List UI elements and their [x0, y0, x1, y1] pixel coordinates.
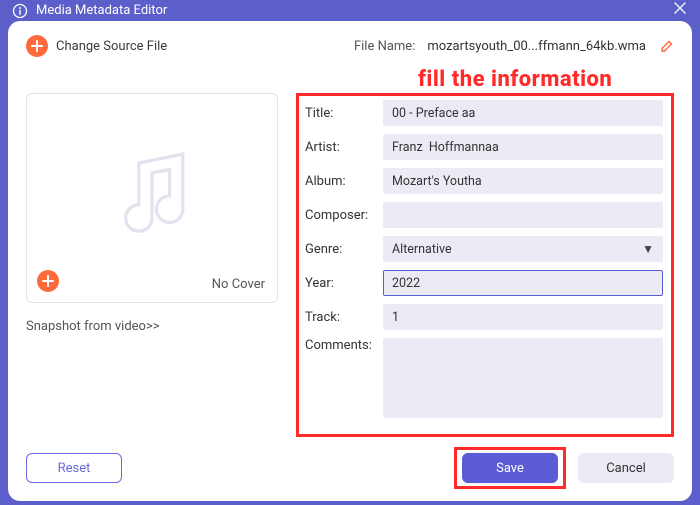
album-input[interactable]: [383, 168, 663, 194]
cover-column: No Cover Snapshot from video>>: [26, 93, 278, 437]
close-icon[interactable]: [672, 0, 688, 21]
metadata-form: Title: Artist: Album: Composer: Genre: A…: [296, 93, 674, 437]
add-cover-button[interactable]: [37, 270, 59, 292]
main-panel: Change Source File File Name: mozartsyou…: [8, 21, 692, 501]
save-highlight: Save: [454, 447, 566, 489]
reset-button[interactable]: Reset: [26, 453, 122, 483]
cancel-button[interactable]: Cancel: [578, 453, 674, 483]
body: No Cover Snapshot from video>> Title: Ar…: [26, 93, 674, 437]
title-input[interactable]: [383, 100, 663, 126]
titlebar: Media Metadata Editor: [0, 0, 700, 21]
change-source-button[interactable]: [26, 35, 48, 57]
artist-label: Artist:: [305, 140, 383, 155]
edit-filename-icon[interactable]: [660, 39, 674, 53]
track-input[interactable]: [383, 304, 663, 330]
composer-input[interactable]: [383, 202, 663, 228]
comments-input[interactable]: [383, 338, 663, 418]
year-label: Year:: [305, 276, 383, 291]
footer: Reset Save Cancel: [26, 447, 674, 489]
filename-value: mozartsyouth_00...ffmann_64kb.wma: [427, 39, 646, 54]
album-label: Album:: [305, 174, 383, 189]
genre-selected-value: Alternative: [392, 242, 452, 257]
annotation-callout: fill the information: [418, 67, 612, 92]
snapshot-link[interactable]: Snapshot from video>>: [26, 319, 278, 334]
no-cover-label: No Cover: [212, 277, 265, 292]
year-input[interactable]: [383, 270, 663, 296]
genre-select[interactable]: Alternative ▼: [383, 236, 663, 262]
track-label: Track:: [305, 310, 383, 325]
save-button[interactable]: Save: [462, 453, 558, 483]
window-title: Media Metadata Editor: [36, 3, 167, 18]
chevron-down-icon: ▼: [642, 242, 654, 256]
top-row: Change Source File File Name: mozartsyou…: [26, 35, 674, 57]
artist-input[interactable]: [383, 134, 663, 160]
comments-label: Comments:: [305, 338, 383, 353]
genre-label: Genre:: [305, 242, 383, 257]
info-icon: [12, 3, 28, 19]
filename-label: File Name:: [354, 39, 415, 54]
composer-label: Composer:: [305, 208, 383, 223]
cover-art-box: No Cover: [26, 93, 278, 303]
change-source-label: Change Source File: [56, 39, 167, 54]
title-label: Title:: [305, 106, 383, 121]
music-note-icon: [97, 141, 207, 255]
